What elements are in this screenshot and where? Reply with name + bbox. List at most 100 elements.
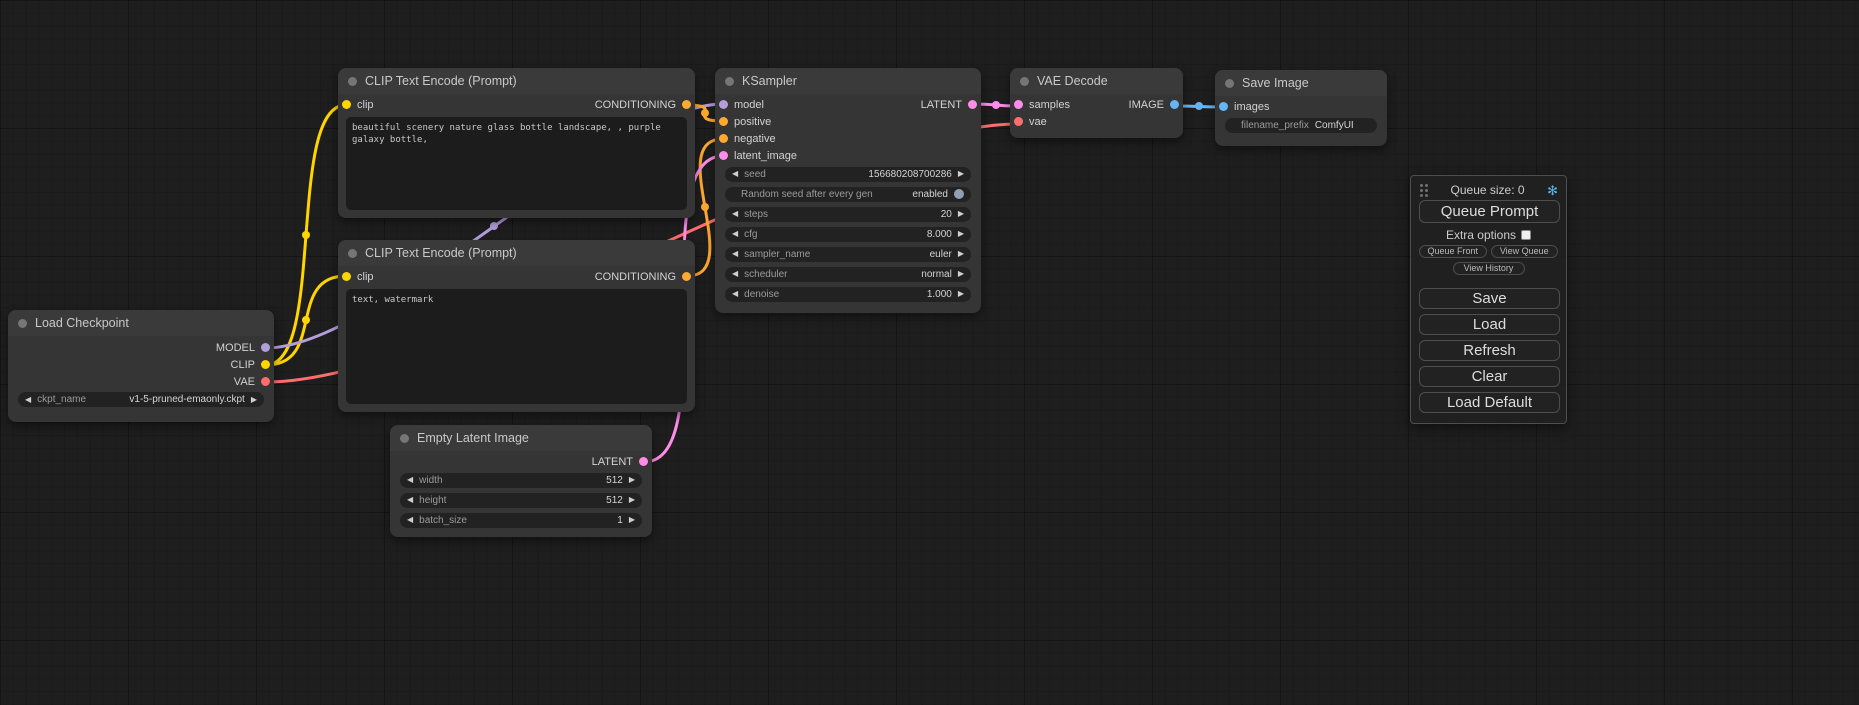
widget-cfg[interactable]: ◀ cfg 8.000 ▶ xyxy=(725,227,971,242)
widget-height[interactable]: ◀ height 512 ▶ xyxy=(400,493,642,508)
arrow-left-icon[interactable]: ◀ xyxy=(25,396,31,404)
arrow-right-icon[interactable]: ▶ xyxy=(629,476,635,484)
arrow-right-icon[interactable]: ▶ xyxy=(958,290,964,298)
widget-filename-prefix[interactable]: filename_prefix ComfyUI xyxy=(1225,118,1377,133)
node-body: MODEL CLIP VAE ◀ ckpt_name v1-5-prun xyxy=(8,336,274,422)
widget-batch-size[interactable]: ◀ batch_size 1 ▶ xyxy=(400,513,642,528)
node-empty-latent-image[interactable]: Empty Latent Image LATENT ◀ width 512 ▶ … xyxy=(390,425,652,537)
arrow-right-icon[interactable]: ▶ xyxy=(629,516,635,524)
node-title-bar[interactable]: Save Image xyxy=(1215,70,1387,96)
arrow-left-icon[interactable]: ◀ xyxy=(407,496,413,504)
widget-denoise[interactable]: ◀ denoise 1.000 ▶ xyxy=(725,287,971,302)
collapse-dot-icon[interactable] xyxy=(400,434,409,443)
queue-prompt-button[interactable]: Queue Prompt xyxy=(1419,200,1560,223)
output-dot-vae[interactable] xyxy=(261,377,270,386)
widget-value: 20 xyxy=(941,209,952,220)
wire-midpoint-dot xyxy=(992,101,1000,109)
load-default-button[interactable]: Load Default xyxy=(1419,392,1560,413)
widget-label: ckpt_name xyxy=(37,394,86,405)
collapse-dot-icon[interactable] xyxy=(1020,77,1029,86)
widget-width[interactable]: ◀ width 512 ▶ xyxy=(400,473,642,488)
view-queue-button[interactable]: View Queue xyxy=(1491,245,1559,258)
widget-value: euler xyxy=(930,249,952,260)
node-title-bar[interactable]: CLIP Text Encode (Prompt) xyxy=(338,68,695,94)
save-button[interactable]: Save xyxy=(1419,288,1560,309)
settings-gear-icon[interactable]: ✻ xyxy=(1547,184,1558,197)
wire-midpoint-dot xyxy=(302,316,310,324)
node-clip-text-encode-negative[interactable]: CLIP Text Encode (Prompt) clip CONDITION… xyxy=(338,240,695,412)
output-dot-conditioning[interactable] xyxy=(682,100,691,109)
arrow-left-icon[interactable]: ◀ xyxy=(732,170,738,178)
input-dot-samples[interactable] xyxy=(1014,100,1023,109)
widget-scheduler[interactable]: ◀ scheduler normal ▶ xyxy=(725,267,971,282)
arrow-left-icon[interactable]: ◀ xyxy=(407,516,413,524)
output-dot-latent[interactable] xyxy=(968,100,977,109)
arrow-right-icon[interactable]: ▶ xyxy=(958,270,964,278)
clear-button[interactable]: Clear xyxy=(1419,366,1560,387)
node-body: images filename_prefix ComfyUI xyxy=(1215,96,1387,146)
output-dot-clip[interactable] xyxy=(261,360,270,369)
node-title-bar[interactable]: KSampler xyxy=(715,68,981,94)
node-body: samples IMAGE vae xyxy=(1010,94,1183,138)
queue-front-button[interactable]: Queue Front xyxy=(1419,245,1487,258)
view-history-button[interactable]: View History xyxy=(1453,262,1525,275)
arrow-right-icon[interactable]: ▶ xyxy=(958,210,964,218)
node-title-bar[interactable]: Empty Latent Image xyxy=(390,425,652,451)
output-dot-image[interactable] xyxy=(1170,100,1179,109)
arrow-right-icon[interactable]: ▶ xyxy=(251,396,257,404)
input-dot-negative[interactable] xyxy=(719,134,728,143)
arrow-left-icon[interactable]: ◀ xyxy=(732,210,738,218)
node-save-image[interactable]: Save Image images filename_prefix ComfyU… xyxy=(1215,70,1387,146)
widget-label: denoise xyxy=(744,289,779,300)
node-title-bar[interactable]: CLIP Text Encode (Prompt) xyxy=(338,240,695,266)
node-load-checkpoint[interactable]: Load Checkpoint MODEL CLIP VAE xyxy=(8,310,274,422)
input-dot-images[interactable] xyxy=(1219,102,1228,111)
node-ksampler[interactable]: KSampler model LATENT positive xyxy=(715,68,981,313)
input-dot-clip[interactable] xyxy=(342,100,351,109)
arrow-right-icon[interactable]: ▶ xyxy=(958,250,964,258)
input-dot-model[interactable] xyxy=(719,100,728,109)
widget-sampler-name[interactable]: ◀ sampler_name euler ▶ xyxy=(725,247,971,262)
slot-label: clip xyxy=(357,99,374,111)
node-title-bar[interactable]: Load Checkpoint xyxy=(8,310,274,336)
output-dot-conditioning[interactable] xyxy=(682,272,691,281)
collapse-dot-icon[interactable] xyxy=(348,77,357,86)
toggle-enabled-icon[interactable] xyxy=(954,189,964,199)
arrow-left-icon[interactable]: ◀ xyxy=(732,230,738,238)
output-dot-model[interactable] xyxy=(261,343,270,352)
widget-steps[interactable]: ◀ steps 20 ▶ xyxy=(725,207,971,222)
input-dot-vae[interactable] xyxy=(1014,117,1023,126)
positive-prompt-textarea[interactable]: beautiful scenery nature glass bottle la… xyxy=(346,117,687,210)
widget-seed[interactable]: ◀ seed 156680208700286 ▶ xyxy=(725,167,971,182)
refresh-button[interactable]: Refresh xyxy=(1419,340,1560,361)
slot-label: negative xyxy=(734,133,776,145)
workflow-buttons-group: Save Load Refresh Clear Load Default xyxy=(1411,288,1566,413)
collapse-dot-icon[interactable] xyxy=(1225,79,1234,88)
arrow-left-icon[interactable]: ◀ xyxy=(732,250,738,258)
input-dot-clip[interactable] xyxy=(342,272,351,281)
arrow-left-icon[interactable]: ◀ xyxy=(732,270,738,278)
arrow-right-icon[interactable]: ▶ xyxy=(958,230,964,238)
arrow-right-icon[interactable]: ▶ xyxy=(629,496,635,504)
output-dot-latent[interactable] xyxy=(639,457,648,466)
node-title-bar[interactable]: VAE Decode xyxy=(1010,68,1183,94)
node-vae-decode[interactable]: VAE Decode samples IMAGE vae xyxy=(1010,68,1183,138)
drag-handle-icon[interactable] xyxy=(1419,183,1428,197)
negative-prompt-textarea[interactable]: text, watermark xyxy=(346,289,687,404)
widget-ckpt-name[interactable]: ◀ ckpt_name v1-5-pruned-emaonly.ckpt ▶ xyxy=(18,392,264,407)
slot-label: positive xyxy=(734,116,771,128)
collapse-dot-icon[interactable] xyxy=(725,77,734,86)
input-dot-latent-image[interactable] xyxy=(719,151,728,160)
node-title: KSampler xyxy=(742,74,797,88)
queue-size-label: Queue size: 0 xyxy=(1451,183,1525,197)
arrow-right-icon[interactable]: ▶ xyxy=(958,170,964,178)
widget-random-seed-toggle[interactable]: Random seed after every gen enabled xyxy=(725,187,971,202)
input-dot-positive[interactable] xyxy=(719,117,728,126)
collapse-dot-icon[interactable] xyxy=(18,319,27,328)
node-clip-text-encode-positive[interactable]: CLIP Text Encode (Prompt) clip CONDITION… xyxy=(338,68,695,218)
arrow-left-icon[interactable]: ◀ xyxy=(732,290,738,298)
extra-options-checkbox[interactable] xyxy=(1521,230,1531,240)
load-button[interactable]: Load xyxy=(1419,314,1560,335)
collapse-dot-icon[interactable] xyxy=(348,249,357,258)
arrow-left-icon[interactable]: ◀ xyxy=(407,476,413,484)
